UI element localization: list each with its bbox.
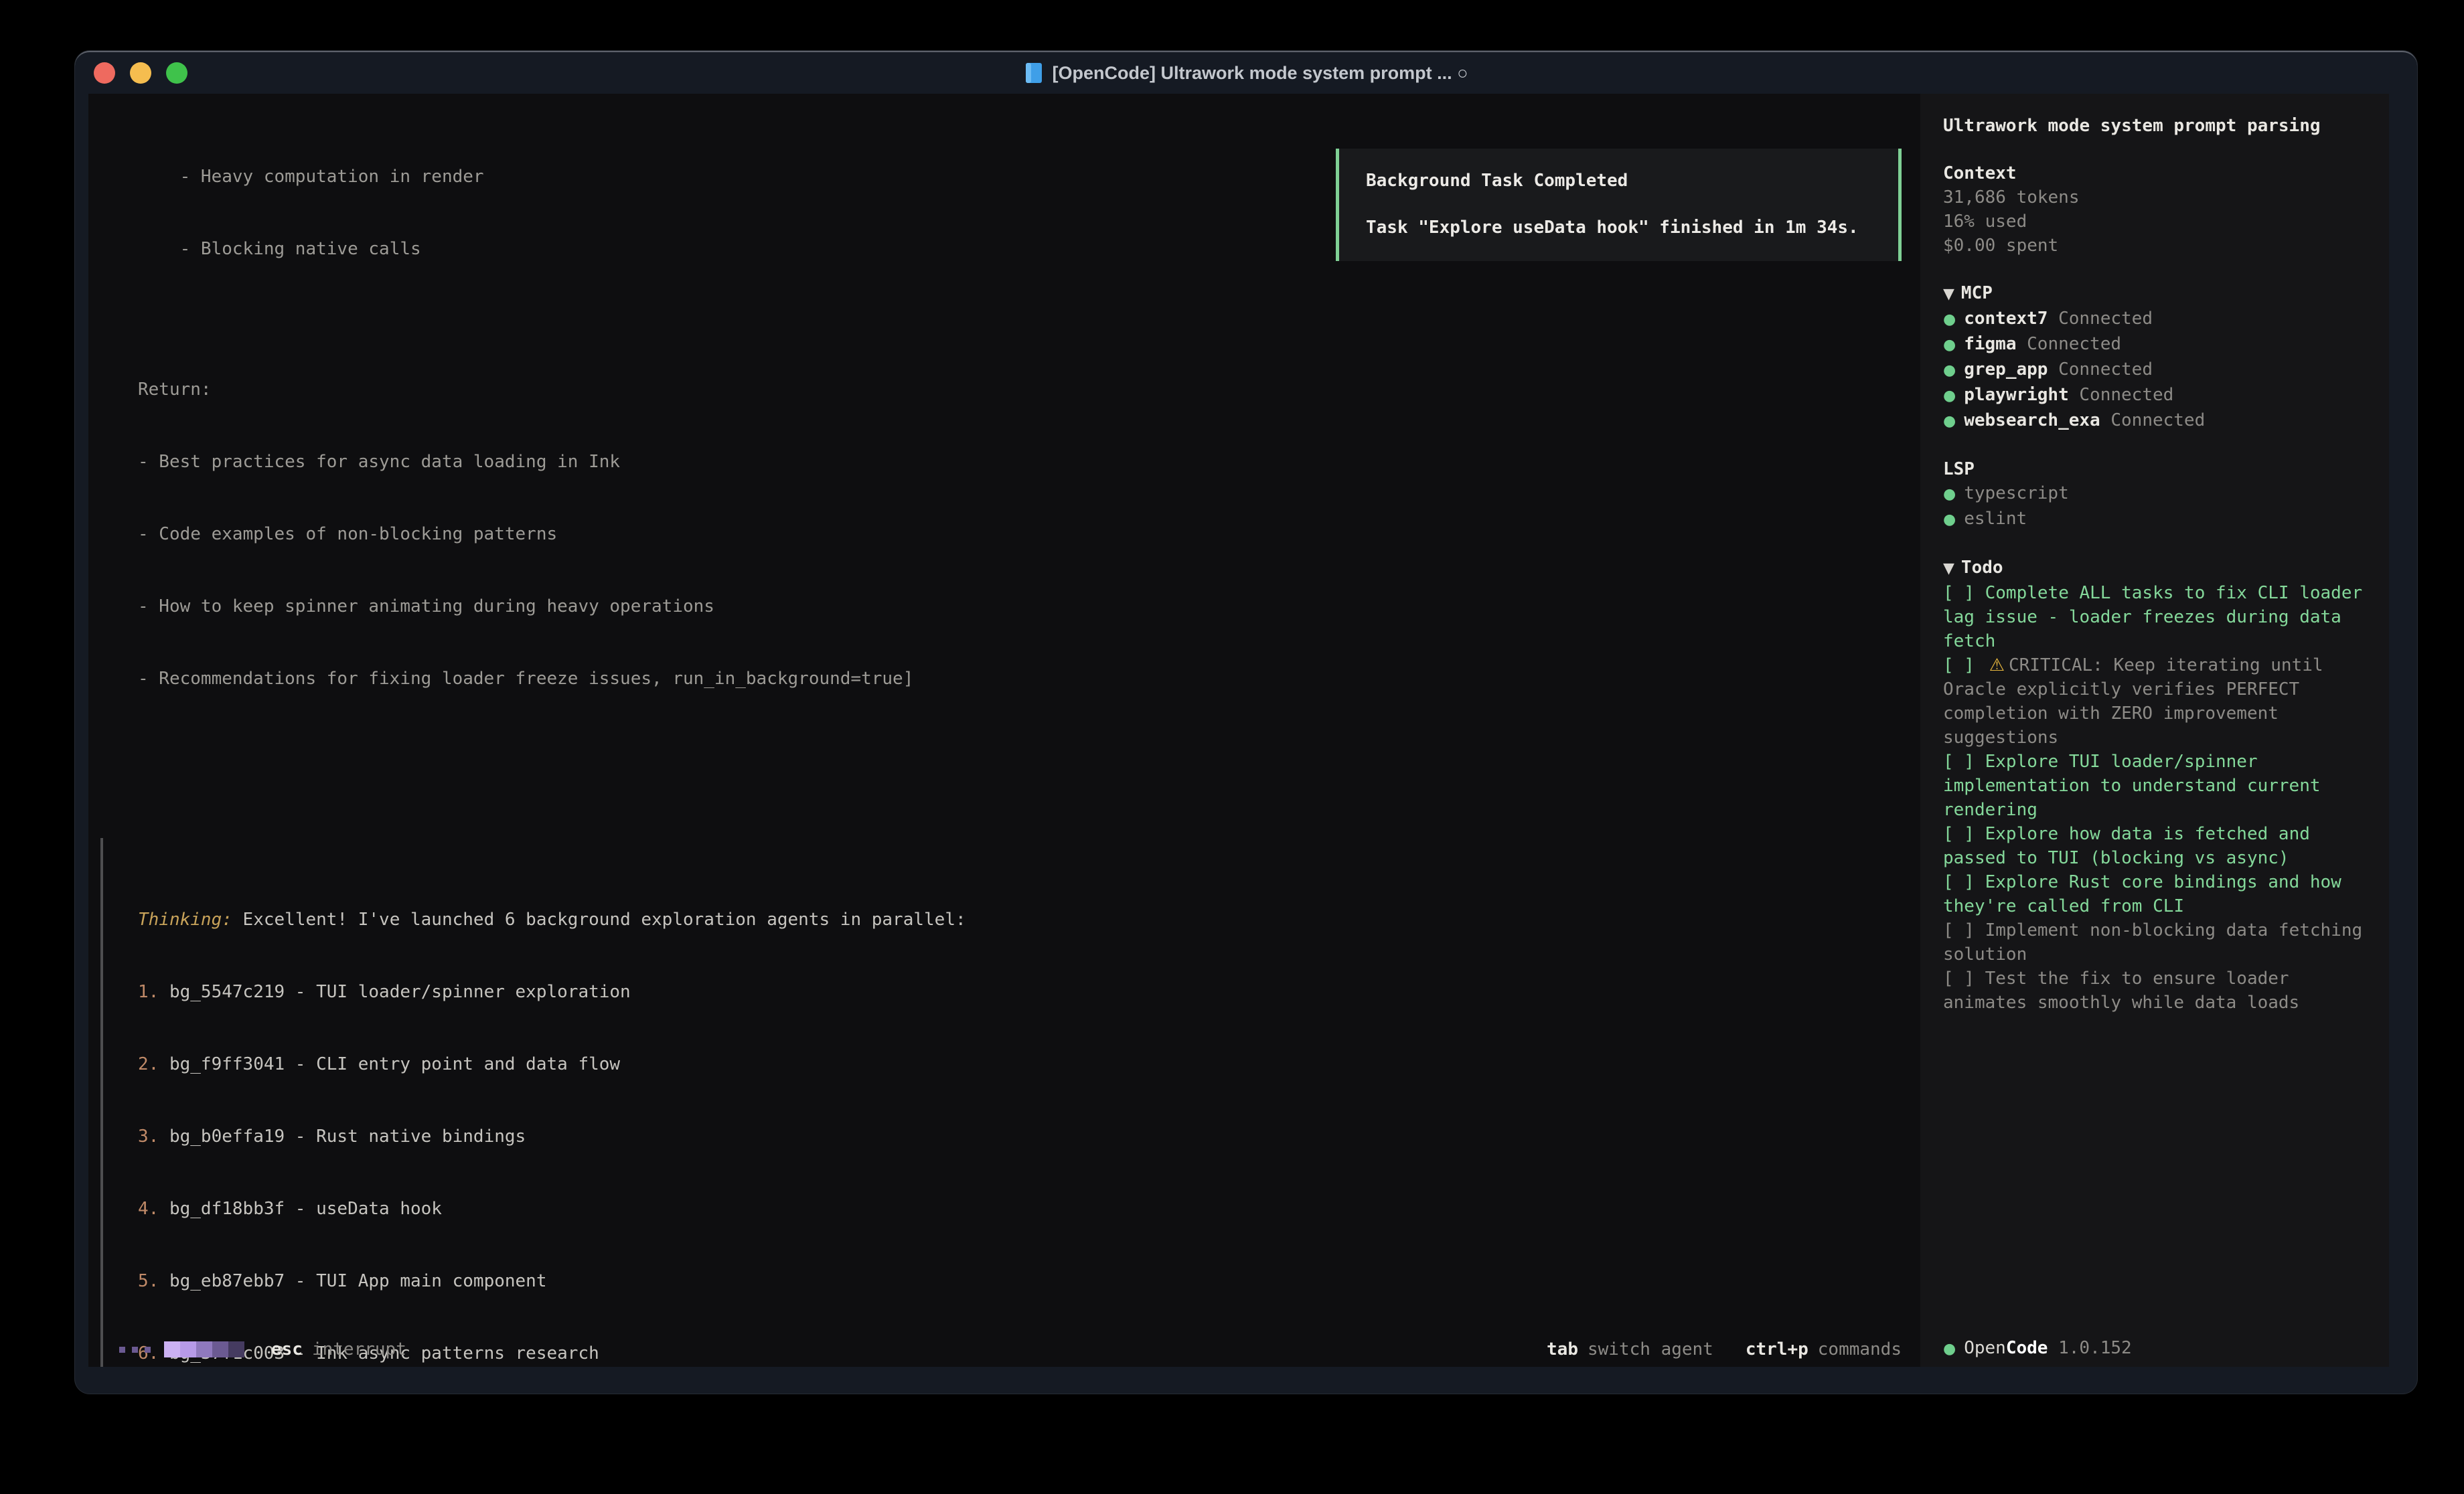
esc-key-hint: esc [271,1337,303,1361]
context-header: Context [1943,161,2372,185]
thinking-item: 4. bg_df18bb3f - useData hook [138,1197,1902,1221]
return-header: Return: [138,378,1902,402]
spinner-dots [119,1347,151,1353]
thinking-gutter-bar [100,838,103,1367]
thinking-intro: Excellent! I've launched 6 background ex… [243,910,966,930]
thinking-label: Thinking: [138,910,232,930]
notification-title: Background Task Completed [1366,169,1885,193]
status-dot-icon: ● [1943,511,1956,528]
mcp-item: ●figma Connected [1943,332,2372,357]
notification-body: Task "Explore useData hook" finished in … [1366,216,1885,240]
app-window: [OpenCode] Ultrawork mode system prompt … [75,51,2417,1394]
todo-item: [ ] Explore Rust core bindings and how t… [1943,870,2372,918]
thinking-item: 3. bg_b0effa19 - Rust native bindings [138,1125,1902,1149]
context-spent: $0.00 spent [1943,234,2372,258]
thinking-block: Thinking: Excellent! I've launched 6 bac… [138,835,1902,1367]
status-dot-icon: ● [1943,413,1956,430]
terminal-pane: - Heavy computation in render - Blocking… [88,94,1920,1367]
todo-item: [ ] Test the fix to ensure loader animat… [1943,967,2372,1015]
thinking-item: 2. bg_f9ff3041 - CLI entry point and dat… [138,1052,1902,1076]
app-version: 1.0.152 [2058,1338,2132,1358]
status-dot-icon: ● [1943,1341,1956,1357]
context-section: Context 31,686 tokens 16% used $0.00 spe… [1943,161,2372,258]
window-title: [OpenCode] Ultrawork mode system prompt … [1053,63,1468,84]
spinner-gradient [164,1341,244,1357]
app-version-footer: ● OpenCode 1.0.152 [1943,1336,2132,1361]
brand-open: Open [1964,1338,2006,1358]
mcp-item: ●grep_app Connected [1943,357,2372,383]
context-used: 16% used [1943,210,2372,234]
lsp-header: LSP [1943,457,2372,481]
todo-item: [ ] Implement non-blocking data fetching… [1943,918,2372,967]
window-title-area: [OpenCode] Ultrawork mode system prompt … [75,62,2417,84]
warning-icon: ⚠ [1989,655,2005,675]
esc-key-label: interrupt [312,1337,406,1361]
status-dot-icon: ● [1943,388,1956,404]
ctrlp-key-hint: ctrl+p [1746,1337,1808,1361]
mcp-item: ●websearch_exa Connected [1943,408,2372,434]
ctrlp-key-label: commands [1818,1337,1902,1361]
todo-item: [ ] Complete ALL tasks to fix CLI loader… [1943,581,2372,653]
todo-header[interactable]: ▼Todo [1943,556,2372,581]
titlebar: [OpenCode] Ultrawork mode system prompt … [75,52,2417,94]
mcp-section: ▼MCP ●context7 Connected ●figma Connecte… [1943,281,2372,434]
mcp-item: ●playwright Connected [1943,383,2372,408]
lsp-section: LSP ●typescript ●eslint [1943,457,2372,532]
sidebar-pane: Ultrawork mode system prompt parsing Con… [1920,94,2389,1367]
thinking-item: 1. bg_5547c219 - TUI loader/spinner expl… [138,980,1902,1004]
status-bar: esc interrupt tab switch agent ctrl+p co… [119,1337,1902,1361]
chevron-down-icon: ▼ [1943,560,1954,577]
thinking-item: 5. bg_eb87ebb7 - TUI App main component [138,1269,1902,1293]
todo-item: [ ] Explore how data is fetched and pass… [1943,822,2372,870]
return-item: - How to keep spinner animating during h… [138,594,1902,618]
chevron-down-icon: ▼ [1943,286,1954,303]
status-dot-icon: ● [1943,362,1956,379]
lsp-item: ●eslint [1943,507,2372,532]
todo-section: ▼Todo [ ] Complete ALL tasks to fix CLI … [1943,556,2372,1015]
todo-item: [ ] ⚠CRITICAL: Keep iterating until Orac… [1943,653,2372,750]
session-title: Ultrawork mode system prompt parsing [1943,114,2372,138]
status-dot-icon: ● [1943,311,1956,328]
document-icon [1024,62,1043,84]
tab-key-label: switch agent [1588,1337,1713,1361]
mcp-header[interactable]: ▼MCP [1943,281,2372,307]
status-dot-icon: ● [1943,337,1956,353]
todo-item: [ ] Explore TUI loader/spinner implement… [1943,750,2372,822]
notification-toast[interactable]: Background Task Completed Task "Explore … [1336,149,1902,261]
return-item: - Code examples of non-blocking patterns [138,522,1902,546]
return-item: - Best practices for async data loading … [138,450,1902,474]
lsp-item: ●typescript [1943,481,2372,507]
mcp-item: ●context7 Connected [1943,307,2372,332]
tab-key-hint: tab [1547,1337,1578,1361]
brand-code: Code [2006,1338,2048,1358]
return-item: - Recommendations for fixing loader free… [138,667,1902,691]
status-dot-icon: ● [1943,486,1956,503]
context-tokens: 31,686 tokens [1943,185,2372,210]
